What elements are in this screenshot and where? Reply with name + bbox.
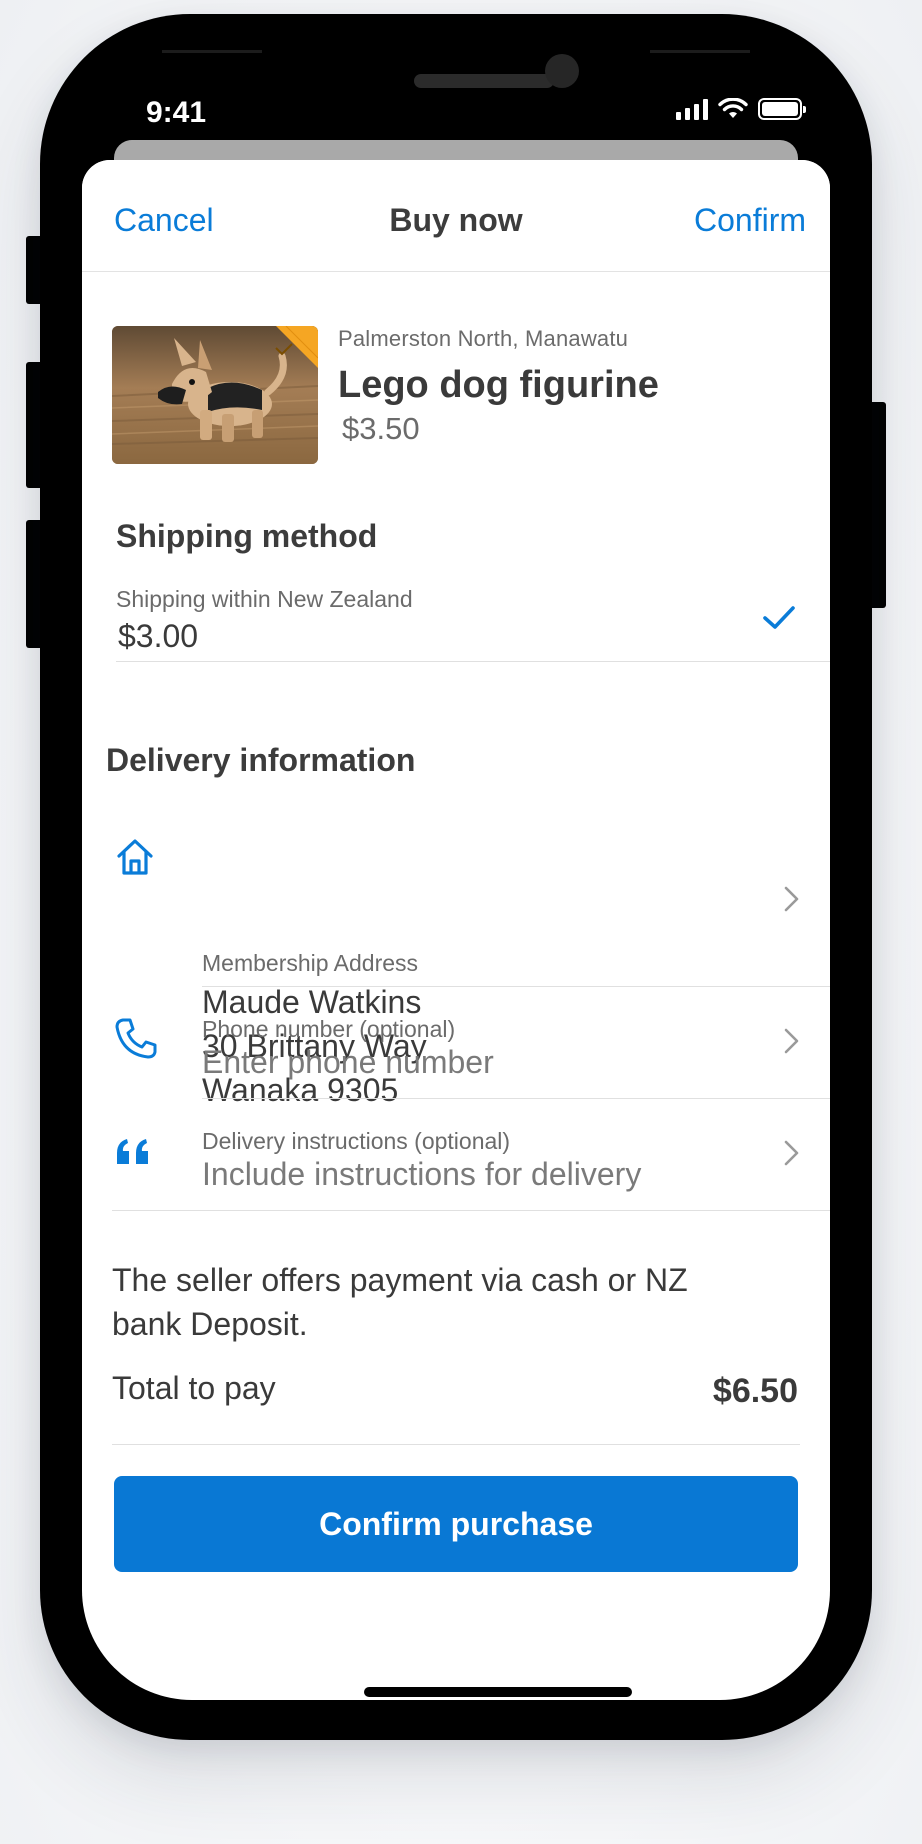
home-indicator[interactable] xyxy=(364,1687,632,1697)
divider xyxy=(112,1210,830,1211)
address-label: Membership Address xyxy=(202,950,419,976)
phone-input[interactable]: Enter phone number xyxy=(202,1044,494,1081)
delivery-instructions-row[interactable]: Delivery instructions (optional) Include… xyxy=(82,1098,830,1210)
listing-summary: Palmerston North, Manawatu Lego dog figu… xyxy=(338,326,808,447)
phone-label: Phone number (optional) xyxy=(202,1016,456,1042)
confirm-purchase-button[interactable]: Confirm purchase xyxy=(114,1476,798,1572)
payment-note: The seller offers payment via cash or NZ… xyxy=(112,1262,688,1342)
phone-number-row[interactable]: Phone number (optional) Enter phone numb… xyxy=(82,986,830,1098)
listing-photo[interactable] xyxy=(112,326,318,464)
chevron-right-icon xyxy=(784,886,799,912)
instructions-label: Delivery instructions (optional) xyxy=(202,1128,511,1154)
antenna-line xyxy=(162,50,262,53)
home-icon xyxy=(117,839,153,875)
front-camera xyxy=(545,54,579,88)
chevron-right-icon xyxy=(784,1028,799,1054)
shipping-option[interactable]: Shipping within New Zealand $3.00 xyxy=(116,578,830,662)
divider xyxy=(112,1444,800,1445)
shipping-option-label: Shipping within New Zealand xyxy=(116,586,413,612)
total-value: $6.50 xyxy=(712,1372,798,1410)
lego-dog-photo xyxy=(112,326,318,464)
battery-icon xyxy=(758,98,806,120)
nav-bar: Cancel Buy now Confirm xyxy=(82,160,830,272)
instructions-input[interactable]: Include instructions for delivery xyxy=(202,1156,641,1193)
listing-price: $3.50 xyxy=(342,411,420,446)
shipping-heading: Shipping method xyxy=(116,518,378,554)
confirm-nav-button[interactable]: Confirm xyxy=(694,202,806,239)
listing-location: Palmerston North, Manawatu xyxy=(338,326,629,351)
status-icons xyxy=(676,98,806,120)
total-label: Total to pay xyxy=(112,1370,276,1406)
membership-address-row[interactable]: Membership Address Maude Watkins 30 Brit… xyxy=(82,800,830,1108)
chevron-right-icon xyxy=(784,1140,799,1166)
listing-title: Lego dog figurine xyxy=(338,364,659,406)
status-time: 9:41 xyxy=(146,96,207,129)
antenna-line xyxy=(650,50,750,53)
cellular-signal-icon xyxy=(676,98,708,120)
checkmark-icon xyxy=(763,606,795,629)
delivery-heading: Delivery information xyxy=(106,742,416,778)
buy-now-sheet: Cancel Buy now Confirm Palmerston North,… xyxy=(82,160,830,1700)
shipping-option-price: $3.00 xyxy=(118,618,199,654)
wifi-icon xyxy=(718,98,748,118)
phone-frame: 9:41 Cancel Buy now Confirm Palmerston N… xyxy=(40,14,872,1740)
device-mockup: 9:41 Cancel Buy now Confirm Palmerston N… xyxy=(0,0,922,1844)
speaker-grille xyxy=(414,74,554,88)
phone-icon xyxy=(115,1018,157,1059)
quote-icon xyxy=(117,1139,148,1164)
